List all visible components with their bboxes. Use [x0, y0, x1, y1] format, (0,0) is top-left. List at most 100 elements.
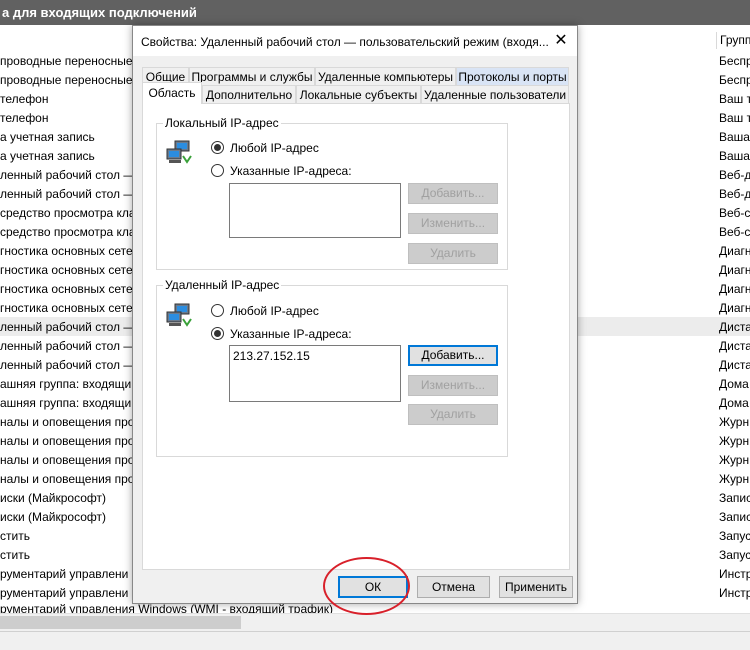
remote-any-ip-option[interactable]: Любой IP-адрес	[211, 303, 319, 319]
remote-add-button[interactable]: Добавить...	[408, 345, 498, 366]
remote-specified-ip-option[interactable]: Указанные IP-адреса:	[211, 326, 352, 342]
tab-advanced[interactable]: Дополнительно	[202, 85, 296, 103]
local-remove-button[interactable]: Удалить	[408, 243, 498, 264]
list-item-group[interactable]: Диста	[719, 318, 750, 337]
list-item[interactable]: гностика основных сете	[0, 242, 133, 261]
remote-edit-button[interactable]: Изменить...	[408, 375, 498, 396]
list-item-group[interactable]: Запис	[719, 489, 750, 508]
list-item[interactable]: иски (Майкрософт)	[0, 489, 133, 508]
list-item[interactable]: рументарий управлени	[0, 565, 133, 584]
list-item-group[interactable]: Инстр	[719, 584, 750, 603]
list-item-group[interactable]: Дома	[719, 394, 750, 413]
list-item-group[interactable]: Веб-д	[719, 185, 750, 204]
local-edit-button[interactable]: Изменить...	[408, 213, 498, 234]
local-add-button[interactable]: Добавить...	[408, 183, 498, 204]
list-item-group[interactable]: Журн	[719, 413, 750, 432]
list-item-group[interactable]: Запус	[719, 527, 750, 546]
local-any-ip-radio[interactable]	[211, 141, 224, 154]
remote-any-ip-radio[interactable]	[211, 304, 224, 317]
list-item[interactable]: ленный рабочий стол —	[0, 185, 133, 204]
local-ip-group: Локальный IP-адрес Любой IP-адрес Указан…	[156, 116, 508, 270]
remote-ip-group-label: Удаленный IP-адрес	[163, 278, 282, 292]
list-item-group[interactable]: Диста	[719, 356, 750, 375]
list-item-group[interactable]: Беспр	[719, 71, 750, 90]
tab-remote-computers[interactable]: Удаленные компьютеры	[315, 67, 456, 85]
list-item-group[interactable]: Ваша	[719, 128, 750, 147]
list-item[interactable]: налы и оповещения про	[0, 470, 133, 489]
list-item-group[interactable]: Диагн	[719, 261, 750, 280]
local-specified-ip-option[interactable]: Указанные IP-адреса:	[211, 163, 352, 179]
remote-ip-address-list[interactable]: 213.27.152.15	[229, 345, 401, 402]
list-item[interactable]: ленный рабочий стол —	[0, 356, 133, 375]
list-item[interactable]: налы и оповещения про	[0, 432, 133, 451]
list-item[interactable]: гностика основных сете	[0, 261, 133, 280]
list-item[interactable]: гностика основных сете	[0, 280, 133, 299]
list-item[interactable]: налы и оповещения про	[0, 451, 133, 470]
tab-remote-users[interactable]: Удаленные пользователи	[421, 85, 569, 103]
window-title-bar: а для входящих подключений	[0, 0, 750, 25]
column-header-group[interactable]: Групп	[716, 32, 750, 49]
list-item[interactable]: средство просмотра кла	[0, 223, 133, 242]
list-item-group[interactable]: Веб-с	[719, 223, 750, 242]
list-item-group[interactable]: Веб-д	[719, 166, 750, 185]
list-item-group[interactable]: Журн	[719, 470, 750, 489]
local-any-ip-label: Любой IP-адрес	[230, 141, 319, 155]
list-item-group[interactable]: Журн	[719, 451, 750, 470]
list-item-group[interactable]: Ваш т	[719, 90, 750, 109]
local-specified-ip-label: Указанные IP-адреса:	[230, 164, 352, 178]
list-item[interactable]: налы и оповещения про	[0, 413, 133, 432]
list-item-group[interactable]: Журн	[719, 432, 750, 451]
local-specified-ip-radio[interactable]	[211, 164, 224, 177]
remote-any-ip-label: Любой IP-адрес	[230, 304, 319, 318]
horizontal-scrollbar[interactable]	[0, 613, 750, 631]
list-item-group[interactable]: Диагн	[719, 242, 750, 261]
list-item[interactable]: ашняя группа: входящи	[0, 375, 133, 394]
list-item[interactable]: иски (Майкрософт)	[0, 508, 133, 527]
list-item[interactable]: а учетная запись	[0, 128, 133, 147]
list-item-group[interactable]: Веб-с	[719, 204, 750, 223]
tab-protocols-ports[interactable]: Протоколы и порты	[456, 67, 569, 85]
cancel-button[interactable]: Отмена	[417, 576, 490, 598]
list-item[interactable]: ашняя группа: входящи	[0, 394, 133, 413]
list-item-group[interactable]: Инстр	[719, 565, 750, 584]
list-item[interactable]: проводные переносные у	[0, 52, 133, 71]
remote-specified-ip-label: Указанные IP-адреса:	[230, 327, 352, 341]
network-computers-icon	[166, 303, 192, 327]
list-item-group[interactable]: Дома	[719, 375, 750, 394]
list-item[interactable]: телефон	[0, 109, 133, 128]
list-item-group[interactable]: Запис	[719, 508, 750, 527]
list-item[interactable]: телефон	[0, 90, 133, 109]
remote-ip-group: Удаленный IP-адрес Любой IP-адрес Указан…	[156, 278, 508, 457]
close-icon[interactable]: ✕	[545, 26, 577, 56]
list-item[interactable]: ленный рабочий стол —	[0, 166, 133, 185]
apply-button[interactable]: Применить	[499, 576, 573, 598]
remote-specified-ip-radio[interactable]	[211, 327, 224, 340]
local-ip-address-list[interactable]	[229, 183, 401, 238]
list-item[interactable]: проводные переносные у	[0, 71, 133, 90]
list-item[interactable]: а учетная запись	[0, 147, 133, 166]
list-item[interactable]: рументарий управлени	[0, 584, 133, 603]
rules-list-groups: Беспр Беспр Ваш т Ваш т Ваша Ваша Веб-д Веб-д Ве…	[719, 52, 750, 603]
ok-button[interactable]: ОК	[338, 576, 408, 598]
list-item[interactable]: средство просмотра кла	[0, 204, 133, 223]
list-item-group[interactable]: Диагн	[719, 299, 750, 318]
list-item[interactable]: 213.27.152.15	[230, 346, 400, 363]
list-item-group[interactable]: Запус	[719, 546, 750, 565]
list-item-group[interactable]: Беспр	[719, 52, 750, 71]
list-item-group[interactable]: Ваш т	[719, 109, 750, 128]
list-item[interactable]: стить	[0, 527, 133, 546]
list-item[interactable]: стить	[0, 546, 133, 565]
list-item-group[interactable]: Диста	[719, 337, 750, 356]
network-computers-icon	[166, 140, 192, 164]
scrollbar-thumb[interactable]	[0, 616, 241, 629]
tab-programs-services[interactable]: Программы и службы	[189, 67, 315, 85]
list-item[interactable]: ленный рабочий стол —	[0, 337, 133, 356]
tab-local-principals[interactable]: Локальные субъекты	[296, 85, 421, 103]
tab-scope[interactable]: Область	[142, 82, 202, 104]
local-any-ip-option[interactable]: Любой IP-адрес	[211, 140, 319, 156]
list-item[interactable]: ленный рабочий стол —	[0, 318, 133, 337]
list-item[interactable]: гностика основных сете	[0, 299, 133, 318]
list-item-group[interactable]: Ваша	[719, 147, 750, 166]
remote-remove-button[interactable]: Удалить	[408, 404, 498, 425]
list-item-group[interactable]: Диагн	[719, 280, 750, 299]
